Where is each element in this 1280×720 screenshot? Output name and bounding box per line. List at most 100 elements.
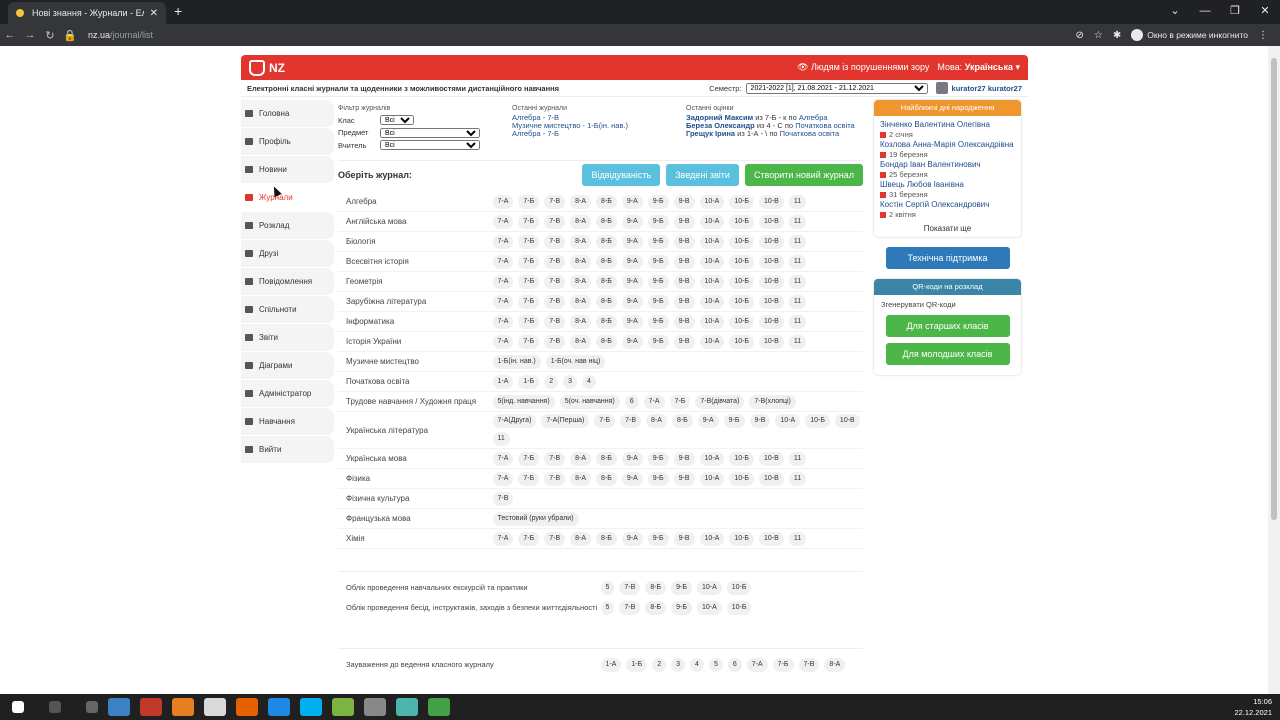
class-chip[interactable]: 10-А [699, 334, 725, 349]
class-chip[interactable]: 11 [788, 294, 807, 309]
class-chip[interactable]: 8-А [570, 254, 592, 269]
sidebar-item[interactable]: Адміністратор [241, 380, 334, 408]
class-chip[interactable]: 9-Б [647, 274, 669, 289]
class-chip[interactable]: 10-Б [729, 194, 755, 209]
sidebar-item[interactable]: Повідомлення [241, 268, 334, 296]
class-chip[interactable]: 10-Б [729, 471, 755, 486]
class-chip[interactable]: 8-Б [596, 334, 617, 349]
class-chip[interactable]: 10-А [699, 194, 725, 209]
class-chip[interactable]: 10-А [699, 294, 725, 309]
class-chip[interactable]: 8-А [570, 194, 592, 209]
class-chip[interactable]: 7-А [492, 234, 514, 249]
sidebar-item[interactable]: Звіти [241, 324, 334, 352]
class-chip[interactable]: 7-А [492, 254, 514, 269]
summary-reports-button[interactable]: Зведені звіти [666, 163, 739, 186]
class-chip[interactable]: 8-Б [596, 274, 617, 289]
birthday-name[interactable]: Бондар Іван Валентинович [880, 160, 1015, 170]
class-chip[interactable]: 7-А [492, 314, 514, 329]
class-chip[interactable]: 10-Б [729, 274, 755, 289]
class-chip[interactable]: 7-В [492, 491, 514, 506]
app-icon[interactable] [268, 698, 290, 716]
class-chip[interactable]: 9-А [621, 334, 643, 349]
class-chip[interactable]: 11 [788, 451, 807, 466]
class-chip[interactable]: 7-Б [518, 531, 540, 546]
class-chip[interactable]: 10-А [699, 254, 725, 269]
sidebar-item[interactable]: Навчання [241, 408, 334, 436]
class-chip[interactable]: 9-Б [647, 294, 669, 309]
lock-icon[interactable]: 🔒 [60, 29, 80, 42]
class-chip[interactable]: 7-Б [518, 294, 540, 309]
sidebar-item[interactable]: Новини [241, 156, 334, 184]
class-chip[interactable]: 10-Б [729, 254, 755, 269]
eye-off-icon[interactable]: ⊘ [1075, 30, 1083, 41]
class-chip[interactable]: 10-Б [729, 531, 755, 546]
url-field[interactable]: nz.ua/journal/list [88, 30, 153, 40]
class-chip[interactable]: 7-А [492, 471, 514, 486]
class-chip[interactable]: 7-Б [518, 314, 540, 329]
attendance-button[interactable]: Відвідуваність [582, 163, 661, 186]
class-chip[interactable]: 7-А(Друга) [492, 414, 537, 428]
class-chip[interactable]: 10-А [699, 314, 725, 329]
class-chip[interactable]: 7-Б [518, 334, 540, 349]
class-chip[interactable]: 10-А [699, 274, 725, 289]
class-chip[interactable]: 9-В [673, 194, 695, 209]
class-chip[interactable]: 7-А [492, 294, 514, 309]
class-chip[interactable]: 10-В [759, 294, 784, 309]
teacher-select[interactable]: Всі [380, 140, 480, 151]
sidebar-item[interactable]: Профіль [241, 128, 334, 156]
page-scrollbar[interactable] [1268, 46, 1280, 694]
class-chip[interactable]: 8-Б [671, 414, 693, 428]
class-chip[interactable]: 7-Б [772, 658, 794, 672]
incognito-indicator[interactable]: Окно в режиме инкогнито [1131, 29, 1248, 41]
class-chip[interactable]: 7-В [544, 451, 566, 466]
class-chip[interactable]: 10-В [759, 274, 784, 289]
grade-student[interactable]: Грещук Ірина [686, 129, 735, 138]
class-chip[interactable]: 9-А [621, 531, 643, 546]
class-chip[interactable]: 8-Б [596, 294, 617, 309]
class-chip[interactable]: 7-Б [669, 394, 691, 409]
new-tab-icon[interactable]: + [174, 3, 182, 19]
birthday-name[interactable]: Зінченко Валентина Олегівна [880, 120, 1015, 130]
close-tab-icon[interactable]: ✕ [150, 8, 158, 19]
class-chip[interactable]: 3 [563, 374, 578, 389]
class-chip[interactable]: 9-В [673, 234, 695, 249]
class-chip[interactable]: 8-А [570, 334, 592, 349]
class-chip[interactable]: 8-Б [596, 471, 617, 486]
app-icon[interactable] [364, 698, 386, 716]
class-chip[interactable]: 10-В [759, 254, 784, 269]
class-chip[interactable]: 2 [544, 374, 559, 389]
semester-select[interactable]: 2021-2022 [1], 21.08.2021 - 21.12.2021 [745, 82, 928, 94]
grade-subject[interactable]: Початкова освіта [780, 129, 840, 138]
reload-icon[interactable]: ↻ [40, 29, 60, 42]
class-chip[interactable]: 6 [727, 658, 742, 672]
class-chip[interactable]: 7-В(дівчата) [695, 394, 745, 409]
class-chip[interactable]: 1-Б(ін. нав.) [492, 354, 541, 369]
logo[interactable]: NZ [249, 59, 285, 76]
app-icon[interactable] [140, 698, 162, 716]
class-chip[interactable]: 9-Б [647, 234, 669, 249]
class-chip[interactable]: 7-В [619, 581, 641, 595]
class-chip[interactable]: 9-Б [647, 471, 669, 486]
class-chip[interactable]: 9-А [621, 234, 643, 249]
class-chip[interactable]: 8-А [570, 471, 592, 486]
close-window-icon[interactable]: ✕ [1250, 0, 1280, 24]
class-chip[interactable]: 7-Б [518, 254, 540, 269]
sidebar-item[interactable]: Журнали [241, 184, 334, 212]
class-chip[interactable]: 9-Б [647, 254, 669, 269]
class-chip[interactable]: 10-А [699, 214, 725, 229]
recent-journal-link[interactable]: Алгебра - 7-Б [512, 130, 686, 138]
extensions-icon[interactable]: ✱ [1113, 30, 1121, 41]
app-icon[interactable] [108, 698, 130, 716]
class-chip[interactable]: 7-В [544, 314, 566, 329]
class-chip[interactable]: 1-А [600, 658, 622, 672]
class-chip[interactable]: 7-В [544, 294, 566, 309]
class-chip[interactable]: 7-Б [518, 274, 540, 289]
class-chip[interactable]: 9-А [621, 254, 643, 269]
class-chip[interactable]: 9-В [673, 214, 695, 229]
class-chip[interactable]: 8-Б [596, 254, 617, 269]
class-chip[interactable]: 10-А [699, 451, 725, 466]
class-chip[interactable]: 7-В [544, 234, 566, 249]
class-chip[interactable]: 7-А [492, 451, 514, 466]
class-chip[interactable]: 9-А [621, 314, 643, 329]
class-chip[interactable]: 10-В [759, 531, 784, 546]
